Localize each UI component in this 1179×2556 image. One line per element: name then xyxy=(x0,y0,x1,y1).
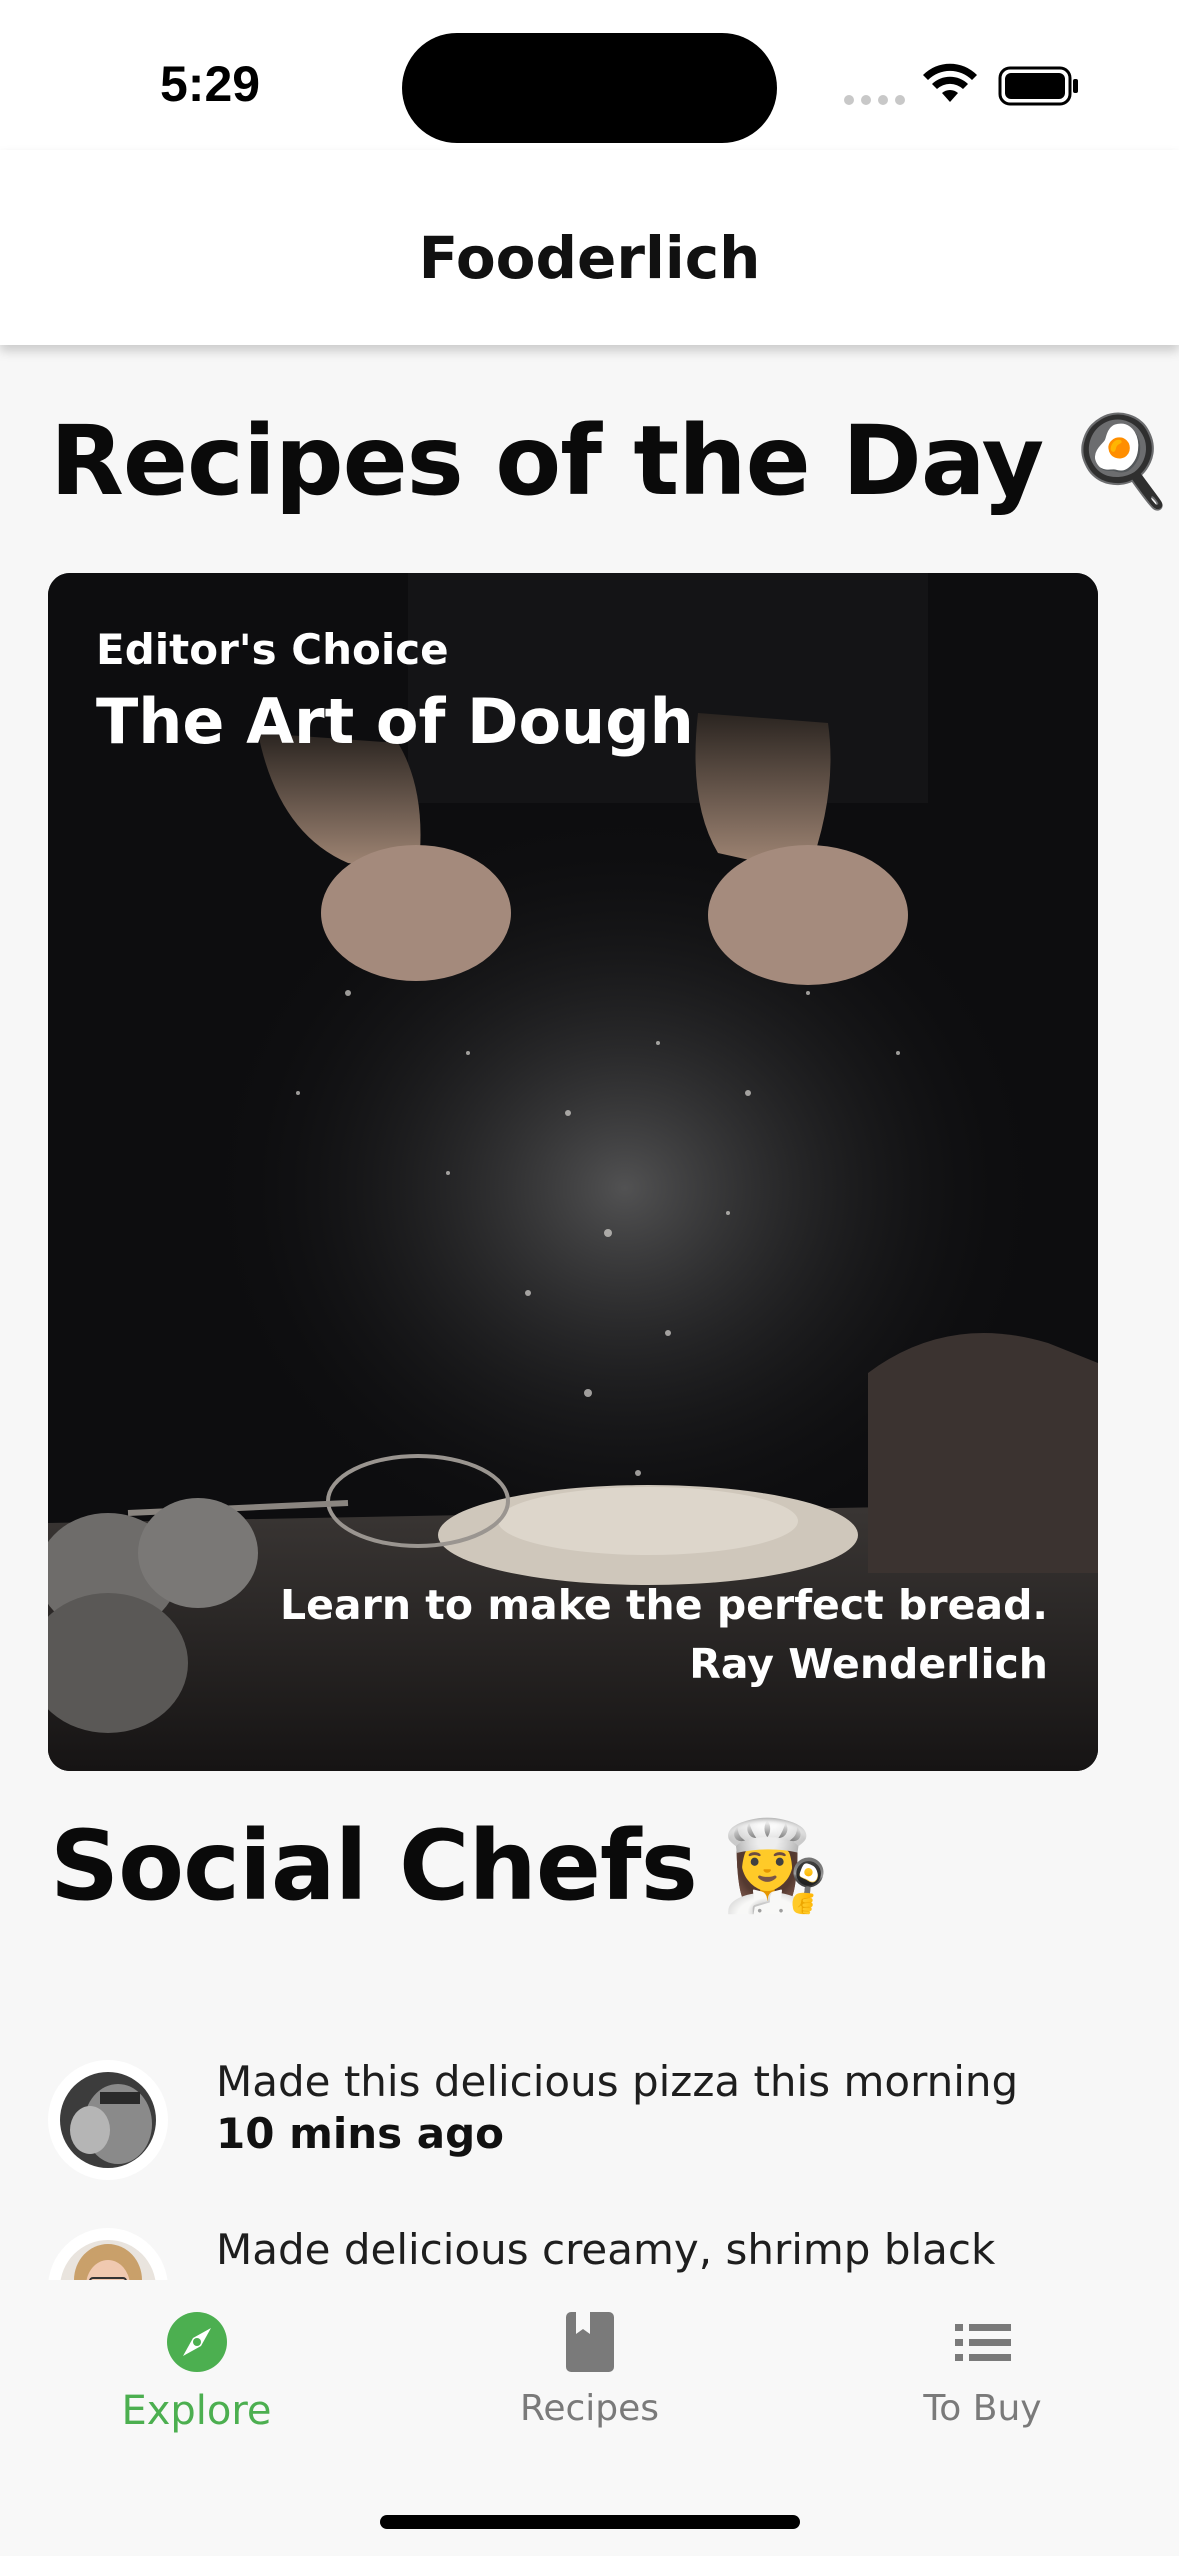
chef-post-content: Made this delicious pizza this morning 1… xyxy=(216,2056,1146,2160)
chef-avatar-image xyxy=(60,2240,156,2280)
status-time: 5:29 xyxy=(160,56,261,112)
chef-post-content: Made delicious creamy, shrimp black pepp… xyxy=(216,2224,1146,2280)
avatar[interactable] xyxy=(48,2060,168,2180)
card-description: Learn to make the perfect bread. xyxy=(280,1581,1048,1629)
card-title: The Art of Dough xyxy=(96,685,694,758)
book-icon xyxy=(565,2312,614,2372)
dynamic-island xyxy=(402,33,777,143)
home-indicator[interactable] xyxy=(380,2515,800,2529)
card-author: Ray Wenderlich xyxy=(689,1640,1048,1688)
card-eyebrow: Editor's Choice xyxy=(96,625,449,674)
chef-emoji-icon: 👩‍🍳 xyxy=(720,1814,831,1917)
list-icon xyxy=(954,2324,1011,2361)
chef-post-time: 10 mins ago xyxy=(216,2109,505,2158)
status-bar: 5:29 xyxy=(0,0,1179,150)
frying-pan-emoji-icon: 🍳 xyxy=(1067,409,1177,512)
battery-icon xyxy=(998,66,1078,106)
wifi-icon xyxy=(923,63,977,102)
cellular-signal-icon xyxy=(844,95,905,105)
compass-icon xyxy=(166,2312,227,2372)
nav-item-to-buy[interactable]: To Buy xyxy=(786,2310,1179,2429)
recipes-of-the-day-heading: Recipes of the Day 🍳 xyxy=(50,405,1177,517)
social-chefs-heading: Social Chefs 👩‍🍳 xyxy=(50,1810,831,1922)
nav-label-recipes: Recipes xyxy=(519,2388,660,2429)
recipes-heading-text: Recipes of the Day xyxy=(50,405,1044,517)
social-chefs-heading-text: Social Chefs xyxy=(50,1810,698,1922)
nav-label-to-buy: To Buy xyxy=(923,2388,1042,2429)
app-title: Fooderlich xyxy=(418,224,761,292)
chef-avatar-image xyxy=(60,2072,156,2168)
chef-post-message: Made delicious creamy, shrimp black pepp… xyxy=(216,2225,996,2280)
nav-item-explore[interactable]: Explore xyxy=(0,2310,393,2434)
app-bar: Fooderlich xyxy=(0,150,1179,345)
avatar[interactable] xyxy=(48,2228,168,2280)
explore-feed[interactable]: Recipes of the Day 🍳 Editor's Choice The… xyxy=(0,345,1179,2280)
recipe-card[interactable]: Editor's Choice The Art of Dough Learn t… xyxy=(48,573,1098,1771)
nav-item-recipes[interactable]: Recipes xyxy=(393,2310,786,2429)
nav-label-explore: Explore xyxy=(121,2388,272,2434)
chef-post-message: Made this delicious pizza this morning xyxy=(216,2057,1019,2106)
